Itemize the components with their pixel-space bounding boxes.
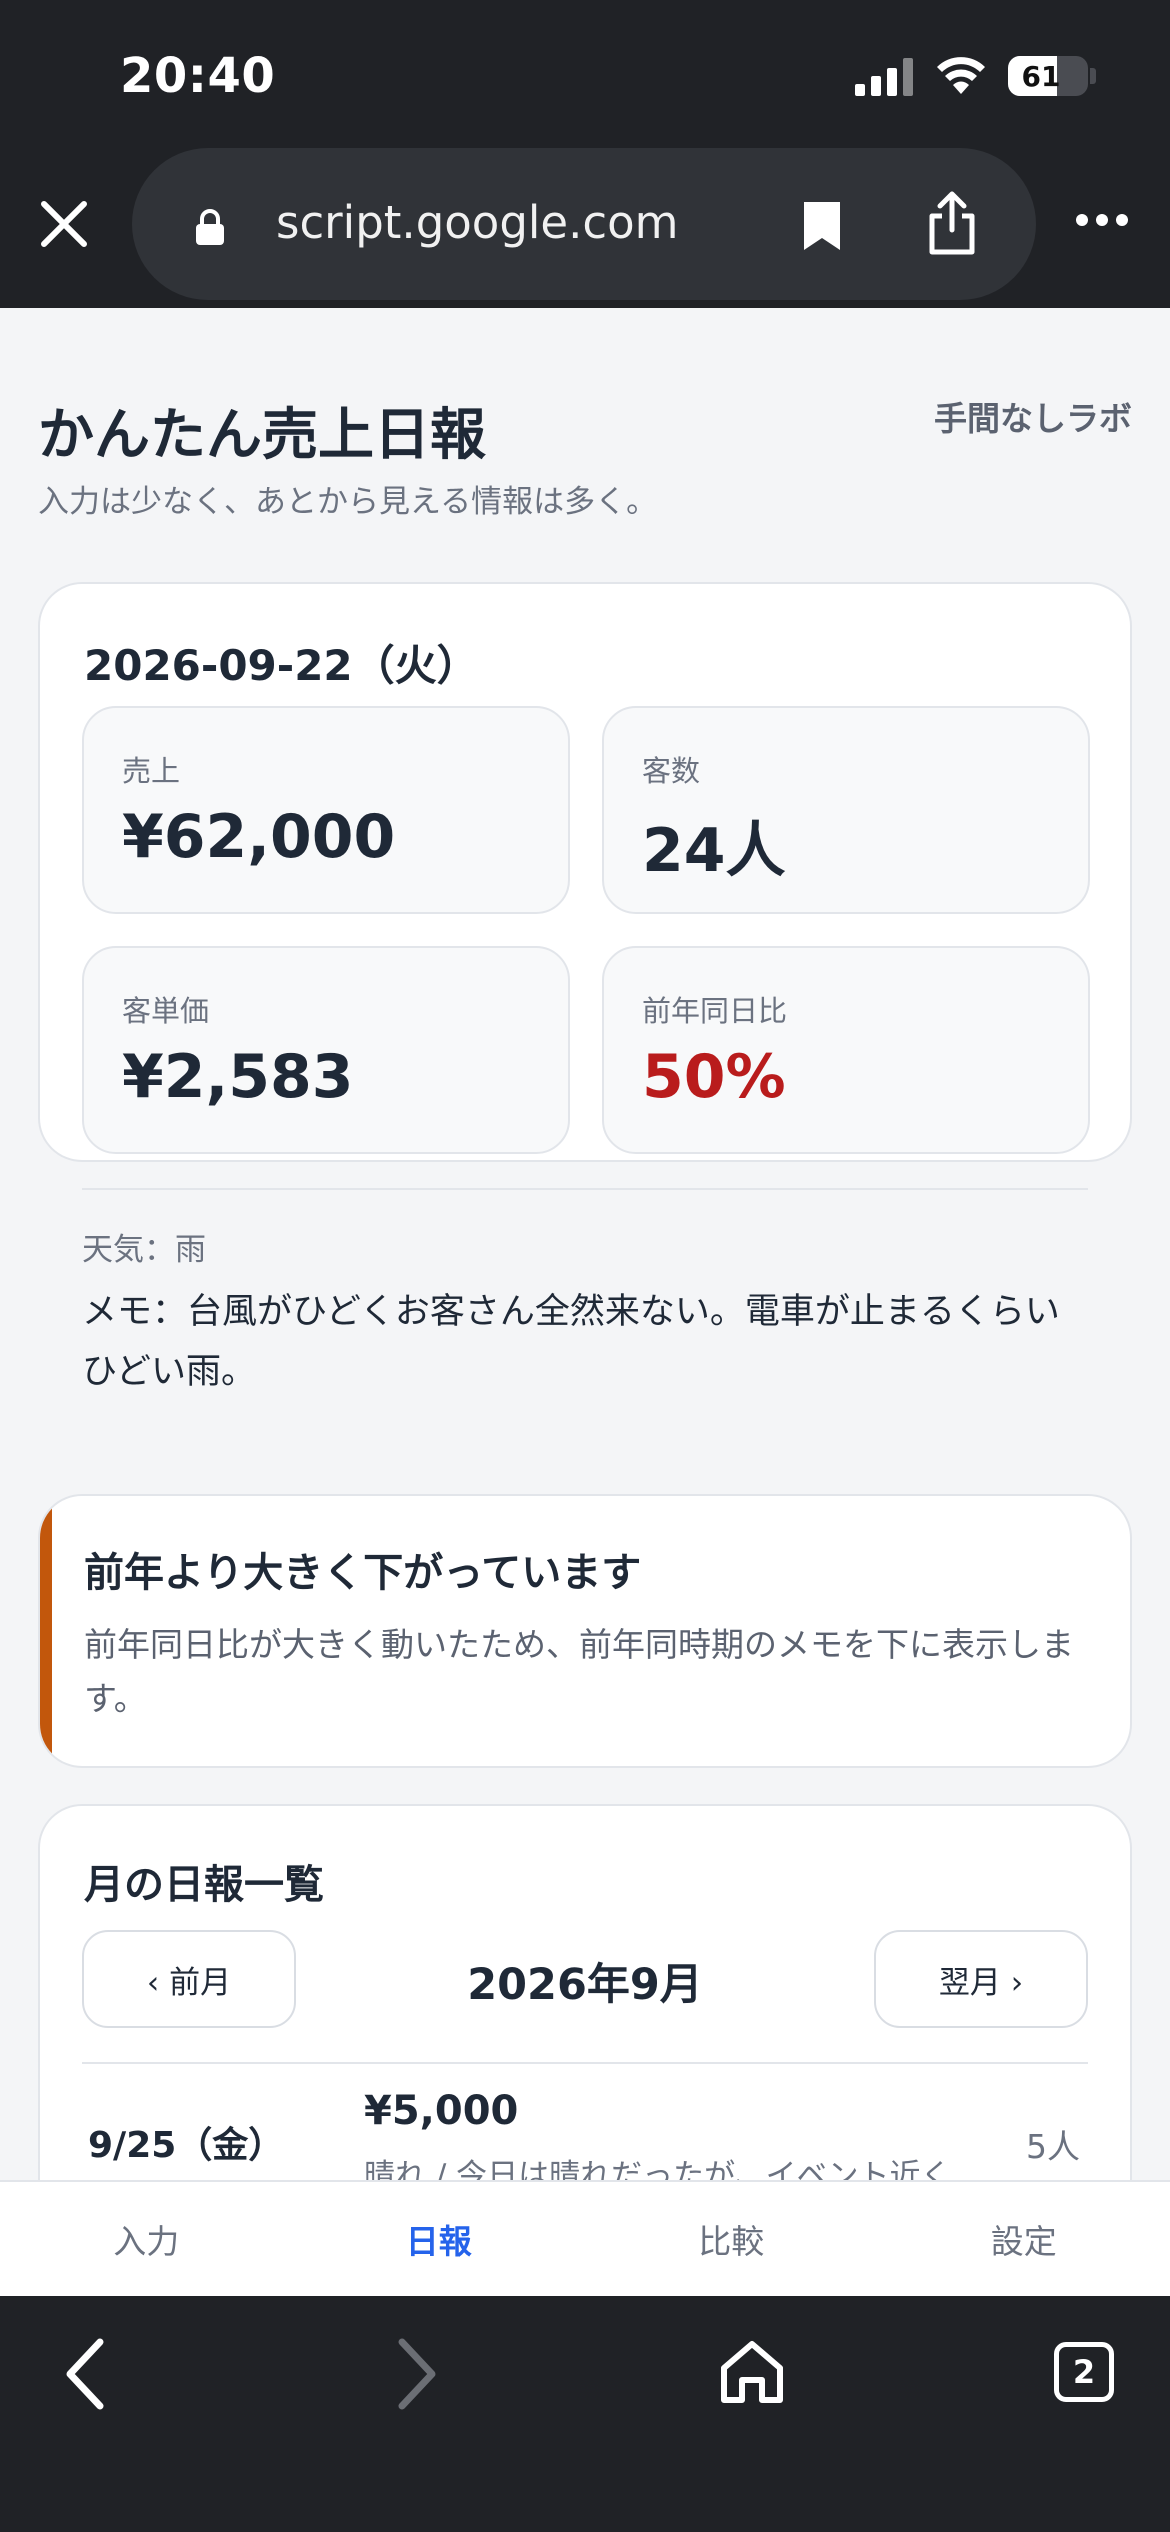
browser-bottom-bar: 2	[0, 2296, 1170, 2532]
battery-tip	[1090, 68, 1096, 84]
app-tab-bar: 入力 日報 比較 設定	[0, 2180, 1170, 2296]
row-note: 晴れ / 今日は晴れだったが、イベント近く	[364, 2158, 952, 2180]
address-bar[interactable]: script.google.com	[132, 148, 1036, 300]
more-icon[interactable]	[1074, 210, 1130, 230]
home-icon[interactable]	[718, 2338, 786, 2406]
row-sales: ¥5,000	[364, 2088, 519, 2134]
metric-label: 売上	[122, 754, 181, 788]
close-icon[interactable]	[36, 196, 92, 252]
monthly-title: 月の日報一覧	[84, 1862, 324, 1908]
battery-icon: 61	[1008, 56, 1088, 96]
tab-input[interactable]: 入力	[0, 2182, 293, 2296]
row-date: 9/25（金）	[88, 2125, 285, 2166]
cellular-signal-icon	[855, 58, 915, 96]
tabs-count-button[interactable]: 2	[1054, 2342, 1114, 2402]
forward-icon[interactable]	[392, 2334, 442, 2414]
next-month-button[interactable]: 翌月 ›	[874, 1930, 1088, 2028]
metric-label: 客単価	[122, 994, 210, 1028]
tab-compare[interactable]: 比較	[585, 2182, 878, 2296]
metric-label: 客数	[642, 754, 701, 788]
brand-name: 手間なしラボ	[934, 399, 1132, 438]
metric-value: 50%	[642, 1042, 786, 1112]
metric-sales: 売上 ¥62,000	[82, 706, 570, 914]
report-date: 2026-09-22（火）	[84, 641, 479, 690]
metric-year-over-year: 前年同日比 50%	[602, 946, 1090, 1154]
memo-text: メモ：台風がひどくお客さん全然来ない。電車が止まるくらいひどい雨。	[82, 1292, 1060, 1392]
metric-average-spend: 客単価 ¥2,583	[82, 946, 570, 1154]
metric-customers: 客数 24人	[602, 706, 1090, 914]
daily-summary-card: 2026-09-22（火） 売上 ¥62,000 客数 24人 客単価 ¥2,5…	[38, 582, 1132, 1392]
wifi-icon	[937, 57, 985, 94]
web-page: かんたん売上日報 手間なしラボ 入力は少なく、あとから見える情報は多く。 202…	[0, 308, 1170, 2180]
alert-accent-bar	[40, 1496, 52, 1766]
metric-label: 前年同日比	[642, 994, 788, 1028]
bookmark-icon[interactable]	[800, 198, 844, 254]
divider	[82, 1188, 1088, 1190]
app-title: かんたん売上日報	[38, 403, 486, 468]
status-time: 20:40	[120, 48, 276, 104]
weather-text: 天気：雨	[82, 1232, 206, 1268]
divider	[82, 2062, 1088, 2064]
app-subtitle: 入力は少なく、あとから見える情報は多く。	[38, 484, 658, 520]
alert-card: 前年より大きく下がっています 前年同日比が大きく動いたため、前年同時期のメモを下…	[38, 1494, 1132, 1768]
lock-icon	[196, 209, 224, 245]
battery-level: 61	[1021, 59, 1061, 93]
metric-value: ¥2,583	[122, 1042, 354, 1112]
alert-title: 前年より大きく下がっています	[84, 1550, 642, 1596]
tab-daily-report[interactable]: 日報	[293, 2182, 586, 2296]
metric-value: ¥62,000	[122, 802, 396, 872]
back-icon[interactable]	[60, 2334, 110, 2414]
share-icon[interactable]	[924, 190, 980, 256]
metric-value: 24人	[642, 816, 786, 886]
url-text: script.google.com	[276, 196, 679, 249]
tab-settings[interactable]: 設定	[878, 2182, 1170, 2296]
browser-top-bar: 20:40 61 script.google.com	[0, 0, 1170, 308]
row-customer-count: 5人	[1026, 2127, 1080, 2166]
monthly-report-card: 月の日報一覧 ‹ 前月 2026年9月 翌月 › 9/25（金） ¥5,000 …	[38, 1804, 1132, 2180]
alert-body: 前年同日比が大きく動いたため、前年同時期のメモを下に表示します。	[84, 1625, 1074, 1718]
